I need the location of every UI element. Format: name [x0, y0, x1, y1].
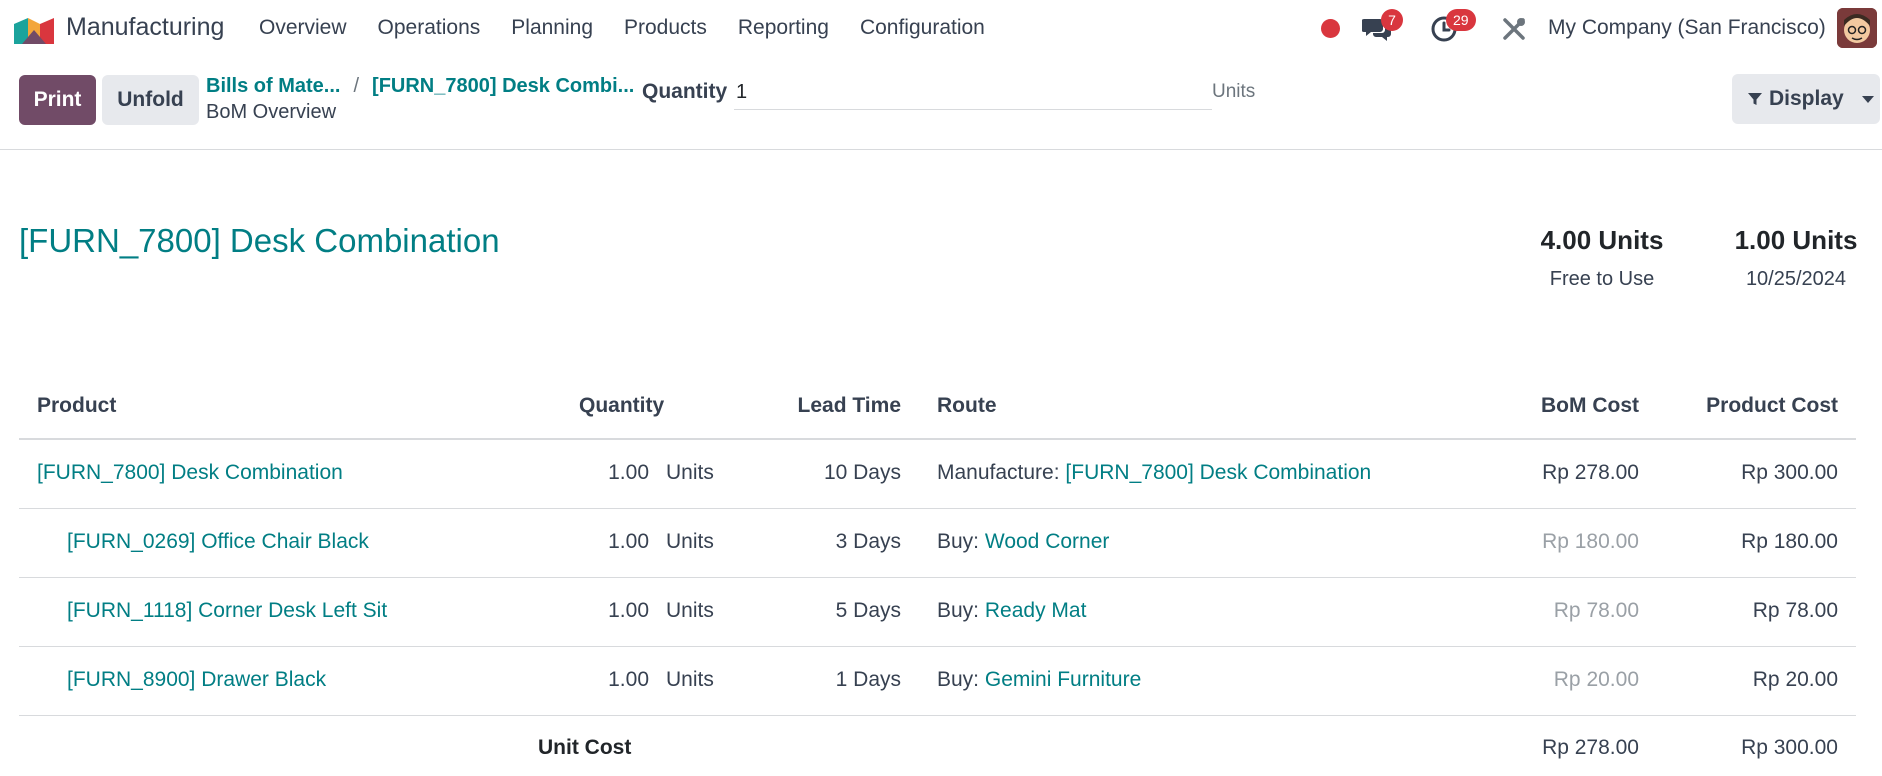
route-prefix: Manufacture:: [937, 461, 1060, 484]
product-link[interactable]: [FURN_7800] Desk Combination: [37, 461, 343, 485]
lead-time-value: 10 Days: [823, 461, 901, 484]
product-cost-value: Rp 20.00: [1752, 668, 1838, 691]
column-lead-time: Lead Time: [797, 394, 901, 417]
main-navbar: Manufacturing Overview Operations Planni…: [0, 0, 1882, 57]
company-switcher[interactable]: My Company (San Francisco): [1548, 16, 1826, 40]
route-prefix: Buy:: [937, 530, 980, 553]
bom-table: Product Quantity Lead Time Route BoM Cos…: [19, 382, 1856, 776]
product-link[interactable]: [FURN_8900] Drawer Black: [67, 668, 326, 692]
route-cell: Manufacture: [FURN_7800] Desk Combinatio…: [937, 461, 1371, 485]
unfold-button[interactable]: Unfold: [102, 75, 199, 125]
bom-cost-value: Rp 78.00: [1553, 599, 1639, 622]
app-name[interactable]: Manufacturing: [66, 13, 224, 42]
breadcrumb: Bills of Mate... / [FURN_7800] Desk Combi.…: [206, 75, 634, 98]
bom-cost-value: Rp 20.00: [1553, 668, 1639, 691]
display-label: Display: [1769, 87, 1844, 110]
stat-forecast: 1.00 Units 10/25/2024: [1728, 225, 1864, 291]
table-footer: Unit Cost Rp 278.00 Rp 300.00: [19, 716, 1856, 776]
route-prefix: Buy:: [937, 668, 980, 691]
stat-label: Free to Use: [1549, 268, 1655, 290]
user-avatar[interactable]: [1837, 8, 1877, 48]
unit-cost-label: Unit Cost: [538, 736, 632, 759]
menu-products[interactable]: Products: [624, 16, 707, 40]
quantity-unit: Units: [1212, 81, 1256, 102]
product-link[interactable]: [FURN_1118] Corner Desk Left Sit: [67, 599, 387, 623]
uom-value: Units: [666, 461, 714, 484]
column-route: Route: [937, 394, 997, 417]
bom-product-title[interactable]: [FURN_7800] Desk Combination: [19, 222, 500, 260]
manufacturing-app-icon[interactable]: [14, 14, 54, 44]
stat-value: 4.00 Units: [1540, 225, 1664, 255]
menu-planning[interactable]: Planning: [511, 16, 593, 40]
route-link[interactable]: Wood Corner: [985, 530, 1110, 553]
stat-free-to-use: 4.00 Units Free to Use: [1532, 225, 1672, 291]
stat-value: 1.00 Units: [1734, 225, 1858, 255]
column-product-cost: Product Cost: [1706, 394, 1838, 417]
breadcrumb-bom-record[interactable]: [FURN_7800] Desk Combi...: [372, 75, 634, 97]
product-link[interactable]: [FURN_0269] Office Chair Black: [67, 530, 369, 554]
activity-count-badge: 29: [1446, 9, 1476, 31]
table-row: [FURN_0269] Office Chair Black 1.00 Unit…: [19, 509, 1856, 578]
table-row: [FURN_8900] Drawer Black 1.00 Units 1 Da…: [19, 647, 1856, 716]
quantity-value: 1.00: [608, 461, 649, 484]
quantity-value: 1.00: [608, 668, 649, 691]
product-cost-value: Rp 300.00: [1741, 461, 1838, 484]
product-cost-value: Rp 180.00: [1741, 530, 1838, 553]
table-header: Product Quantity Lead Time Route BoM Cos…: [19, 382, 1856, 440]
route-link[interactable]: [FURN_7800] Desk Combination: [1065, 461, 1371, 484]
breadcrumb-separator: /: [353, 75, 360, 97]
display-dropdown-button[interactable]: Display: [1732, 74, 1880, 124]
quantity-value: 1.00: [608, 599, 649, 622]
route-cell: Buy: Gemini Furniture: [937, 668, 1141, 692]
uom-value: Units: [666, 530, 714, 553]
column-quantity: Quantity: [579, 394, 665, 417]
uom-value: Units: [666, 599, 714, 622]
breadcrumb-bills-of-materials[interactable]: Bills of Mate...: [206, 75, 340, 97]
footer-bom-cost: Rp 278.00: [1542, 736, 1639, 759]
quantity-value: 1.00: [608, 530, 649, 553]
lead-time-value: 1 Days: [835, 668, 901, 691]
route-cell: Buy: Wood Corner: [937, 530, 1109, 554]
lead-time-value: 5 Days: [835, 599, 901, 622]
table-row: [FURN_7800] Desk Combination 1.00 Units …: [19, 440, 1856, 509]
lead-time-value: 3 Days: [835, 530, 901, 553]
bom-cost-value: Rp 180.00: [1542, 530, 1639, 553]
stat-label: 10/25/2024: [1745, 268, 1847, 290]
product-cost-value: Rp 78.00: [1752, 599, 1838, 622]
chevron-down-icon: [1861, 95, 1874, 103]
print-button[interactable]: Print: [19, 75, 96, 125]
menu-reporting[interactable]: Reporting: [738, 16, 829, 40]
table-row: [FURN_1118] Corner Desk Left Sit 1.00 Un…: [19, 578, 1856, 647]
menu-overview[interactable]: Overview: [259, 16, 347, 40]
filter-icon: [1748, 93, 1762, 105]
route-link[interactable]: Gemini Furniture: [985, 668, 1141, 691]
route-link[interactable]: Ready Mat: [985, 599, 1087, 622]
column-bom-cost: BoM Cost: [1541, 394, 1639, 417]
route-prefix: Buy:: [937, 599, 980, 622]
chat-count-badge: 7: [1381, 9, 1403, 31]
recording-indicator-icon[interactable]: [1321, 19, 1340, 38]
bom-cost-value: Rp 278.00: [1542, 461, 1639, 484]
footer-product-cost: Rp 300.00: [1741, 736, 1838, 759]
quantity-input[interactable]: [734, 75, 1212, 110]
quantity-label: Quantity: [642, 80, 728, 103]
menu-operations[interactable]: Operations: [378, 16, 481, 40]
control-panel: Print Unfold Bills of Mate... / [FURN_7800…: [0, 57, 1882, 150]
debug-tools-icon[interactable]: [1500, 15, 1528, 43]
top-menu: Overview Operations Planning Products Re…: [259, 16, 1016, 40]
uom-value: Units: [666, 668, 714, 691]
page-title: BoM Overview: [206, 101, 337, 123]
route-cell: Buy: Ready Mat: [937, 599, 1086, 623]
menu-configuration[interactable]: Configuration: [860, 16, 985, 40]
column-product: Product: [37, 394, 117, 417]
